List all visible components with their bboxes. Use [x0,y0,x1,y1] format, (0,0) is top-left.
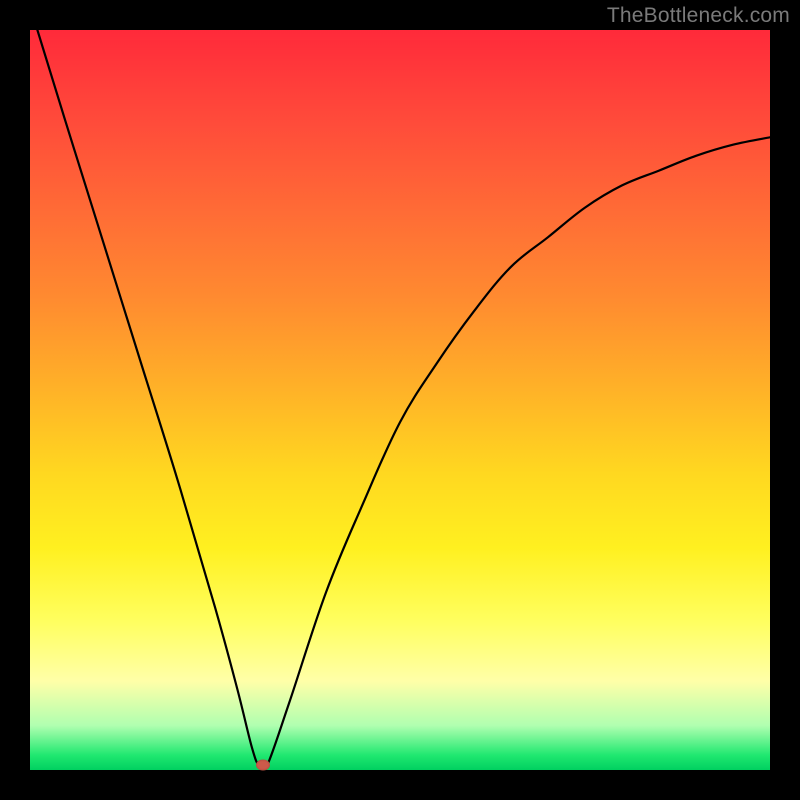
bottleneck-curve [30,30,770,770]
optimum-marker [256,759,270,770]
watermark-text: TheBottleneck.com [607,4,790,28]
chart-frame: TheBottleneck.com [0,0,800,800]
plot-area [30,30,770,770]
